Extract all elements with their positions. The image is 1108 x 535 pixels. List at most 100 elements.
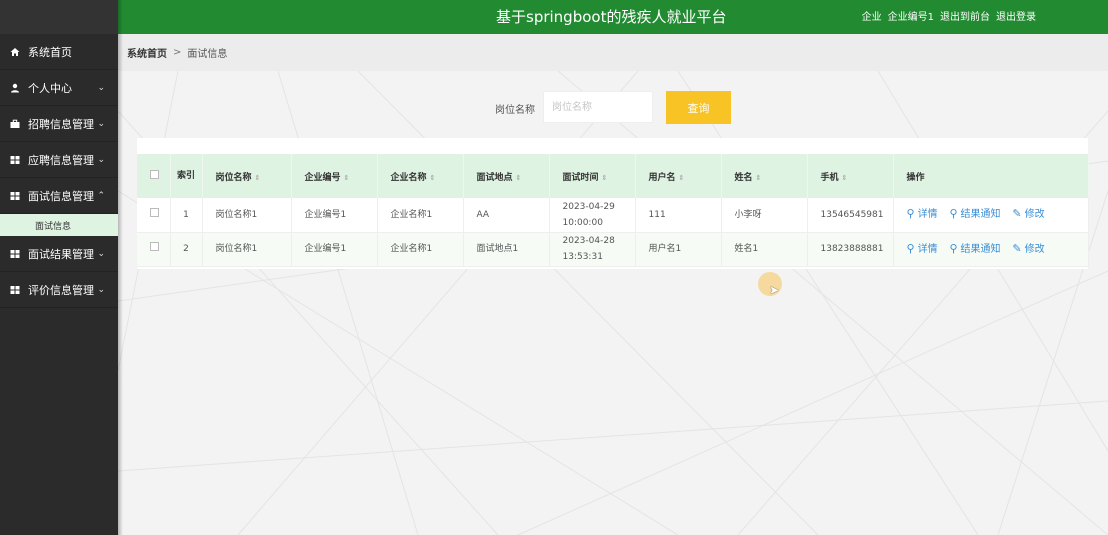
sidebar-subitem-interview-info[interactable]: 面试信息 bbox=[0, 214, 118, 236]
breadcrumb: 系统首页 > 面试信息 bbox=[118, 34, 1108, 71]
chevron-down-icon: ⌄ bbox=[97, 82, 105, 93]
sort-icon: ⇕ bbox=[601, 173, 608, 182]
notify-label: 结果通知 bbox=[960, 209, 1001, 221]
header-label: 手机 bbox=[820, 172, 839, 183]
notify-result-button[interactable]: ⚲ 结果通知 bbox=[949, 207, 1001, 221]
sidebar-subitem-label: 面试信息 bbox=[35, 221, 72, 232]
cell-username: 用户名1 bbox=[635, 232, 722, 267]
grid-icon bbox=[9, 191, 21, 201]
cell-company-no: 企业编号1 bbox=[291, 198, 378, 233]
sort-icon: ⇕ bbox=[841, 173, 848, 182]
sidebar-item-label: 招聘信息管理 bbox=[28, 117, 94, 131]
cell-phone: 13546545981 bbox=[807, 198, 894, 233]
user-name: 企业编号1 bbox=[887, 12, 934, 23]
search-icon: ⚲ bbox=[949, 207, 958, 221]
sort-icon: ⇕ bbox=[429, 173, 436, 182]
sidebar-item-reviews[interactable]: 评价信息管理 ⌄ bbox=[0, 272, 118, 308]
edit-label: 修改 bbox=[1024, 209, 1045, 221]
sidebar-shadow bbox=[118, 0, 123, 535]
chevron-up-icon: ⌃ bbox=[97, 190, 105, 201]
header-company-no[interactable]: 企业编号 ⇕ bbox=[291, 154, 378, 198]
header-label: 企业编号 bbox=[304, 172, 341, 183]
cell-name: 姓名1 bbox=[721, 232, 808, 267]
sort-icon: ⇕ bbox=[678, 173, 685, 182]
detail-button[interactable]: ⚲ 详情 bbox=[906, 207, 938, 221]
detail-button[interactable]: ⚲ 详情 bbox=[906, 241, 938, 255]
cell-location: 面试地点1 bbox=[463, 232, 550, 267]
cell-time: 2023-04-29 10:00:00 bbox=[549, 198, 636, 233]
search-icon: ⚲ bbox=[906, 241, 915, 255]
home-icon bbox=[9, 47, 21, 57]
row-checkbox[interactable] bbox=[150, 242, 159, 251]
edit-label: 修改 bbox=[1024, 243, 1045, 255]
sidebar-item-label: 应聘信息管理 bbox=[28, 153, 94, 167]
grid-icon bbox=[9, 155, 21, 165]
sidebar-logo-area bbox=[0, 0, 118, 34]
sidebar-item-interview-results[interactable]: 面试结果管理 ⌄ bbox=[0, 236, 118, 272]
header-name[interactable]: 姓名 ⇕ bbox=[721, 154, 808, 198]
cell-actions: ⚲ 详情 ⚲ 结果通知 ✎ 修改 bbox=[893, 232, 1089, 267]
breadcrumb-current: 面试信息 bbox=[187, 49, 228, 60]
search-icon: ⚲ bbox=[906, 207, 915, 221]
interview-table-panel: 索引 岗位名称 ⇕ 企业编号 ⇕ 企业名称 ⇕ 面试地点 ⇕ 面试时间 ⇕ 用户名 ⇕ 姓名… bbox=[137, 138, 1089, 269]
interview-table: 索引 岗位名称 ⇕ 企业编号 ⇕ 企业名称 ⇕ 面试地点 ⇕ 面试时间 ⇕ 用户名 ⇕ 姓名… bbox=[137, 154, 1089, 267]
header-user-area: 企业 企业编号1 退出到前台 退出登录 bbox=[862, 8, 1036, 23]
logout-link[interactable]: 退出登录 bbox=[996, 8, 1036, 23]
grid-icon bbox=[9, 285, 21, 295]
select-all-checkbox[interactable] bbox=[150, 170, 159, 179]
sidebar-item-interviews[interactable]: 面试信息管理 ⌃ bbox=[0, 178, 118, 214]
cell-phone: 13823888881 bbox=[807, 232, 894, 267]
briefcase-icon bbox=[9, 119, 21, 129]
search-label: 岗位名称 bbox=[495, 105, 535, 116]
sidebar-item-home[interactable]: 系统首页 bbox=[0, 34, 118, 70]
cell-job-name: 岗位名称1 bbox=[202, 198, 292, 233]
header-username[interactable]: 用户名 ⇕ bbox=[635, 154, 722, 198]
row-select-cell bbox=[137, 198, 171, 233]
cell-location: AA bbox=[463, 198, 550, 233]
sort-icon: ⇕ bbox=[515, 173, 522, 182]
cell-index: 1 bbox=[170, 198, 203, 233]
header-index: 索引 bbox=[170, 154, 203, 198]
pencil-icon: ✎ bbox=[1012, 241, 1022, 255]
header-company-name[interactable]: 企业名称 ⇕ bbox=[377, 154, 464, 198]
search-icon: ⚲ bbox=[949, 241, 958, 255]
edit-button[interactable]: ✎ 修改 bbox=[1012, 241, 1045, 255]
exit-to-front-link[interactable]: 退出到前台 bbox=[940, 8, 990, 23]
header-job-name[interactable]: 岗位名称 ⇕ bbox=[202, 154, 292, 198]
notify-label: 结果通知 bbox=[960, 243, 1001, 255]
table-row: 1 岗位名称1 企业编号1 企业名称1 AA 2023-04-29 10:00:… bbox=[137, 198, 1089, 233]
header-location[interactable]: 面试地点 ⇕ bbox=[463, 154, 550, 198]
sidebar-item-applications[interactable]: 应聘信息管理 ⌄ bbox=[0, 142, 118, 178]
select-all-cell bbox=[137, 154, 171, 198]
cell-company-name: 企业名称1 bbox=[377, 232, 464, 267]
header-label: 用户名 bbox=[648, 172, 676, 183]
table-header-row: 索引 岗位名称 ⇕ 企业编号 ⇕ 企业名称 ⇕ 面试地点 ⇕ 面试时间 ⇕ 用户名 ⇕ 姓名… bbox=[137, 154, 1089, 198]
detail-label: 详情 bbox=[917, 209, 938, 221]
breadcrumb-separator: > bbox=[173, 47, 182, 58]
chevron-down-icon: ⌄ bbox=[97, 284, 105, 295]
row-checkbox[interactable] bbox=[150, 207, 159, 217]
sidebar-item-recruitment[interactable]: 招聘信息管理 ⌄ bbox=[0, 106, 118, 142]
chevron-down-icon: ⌄ bbox=[97, 118, 105, 129]
header-time[interactable]: 面试时间 ⇕ bbox=[549, 154, 636, 198]
header-actions: 操作 bbox=[893, 154, 1089, 198]
cell-index: 2 bbox=[170, 232, 203, 267]
edit-button[interactable]: ✎ 修改 bbox=[1012, 207, 1045, 221]
search-button[interactable]: 查询 bbox=[666, 91, 731, 124]
sidebar: 系统首页 个人中心 ⌄ 招聘信息管理 ⌄ 应聘信息管理 ⌄ 面试信息管理 ⌃ 面… bbox=[0, 0, 118, 535]
grid-icon bbox=[9, 249, 21, 259]
sidebar-item-personal-center[interactable]: 个人中心 ⌄ bbox=[0, 70, 118, 106]
header-label: 面试时间 bbox=[562, 172, 599, 183]
breadcrumb-home[interactable]: 系统首页 bbox=[127, 45, 167, 60]
sort-icon: ⇕ bbox=[755, 173, 762, 182]
cell-username: 111 bbox=[635, 198, 722, 233]
sidebar-item-label: 个人中心 bbox=[28, 81, 72, 95]
job-name-search-input[interactable] bbox=[543, 91, 653, 123]
header-phone[interactable]: 手机 ⇕ bbox=[807, 154, 894, 198]
chevron-down-icon: ⌄ bbox=[97, 248, 105, 259]
table-row: 2 岗位名称1 企业编号1 企业名称1 面试地点1 2023-04-28 13:… bbox=[137, 232, 1089, 267]
cell-time: 2023-04-28 13:53:31 bbox=[549, 232, 636, 267]
notify-result-button[interactable]: ⚲ 结果通知 bbox=[949, 241, 1001, 255]
pencil-icon: ✎ bbox=[1012, 207, 1022, 221]
cell-company-no: 企业编号1 bbox=[291, 232, 378, 267]
